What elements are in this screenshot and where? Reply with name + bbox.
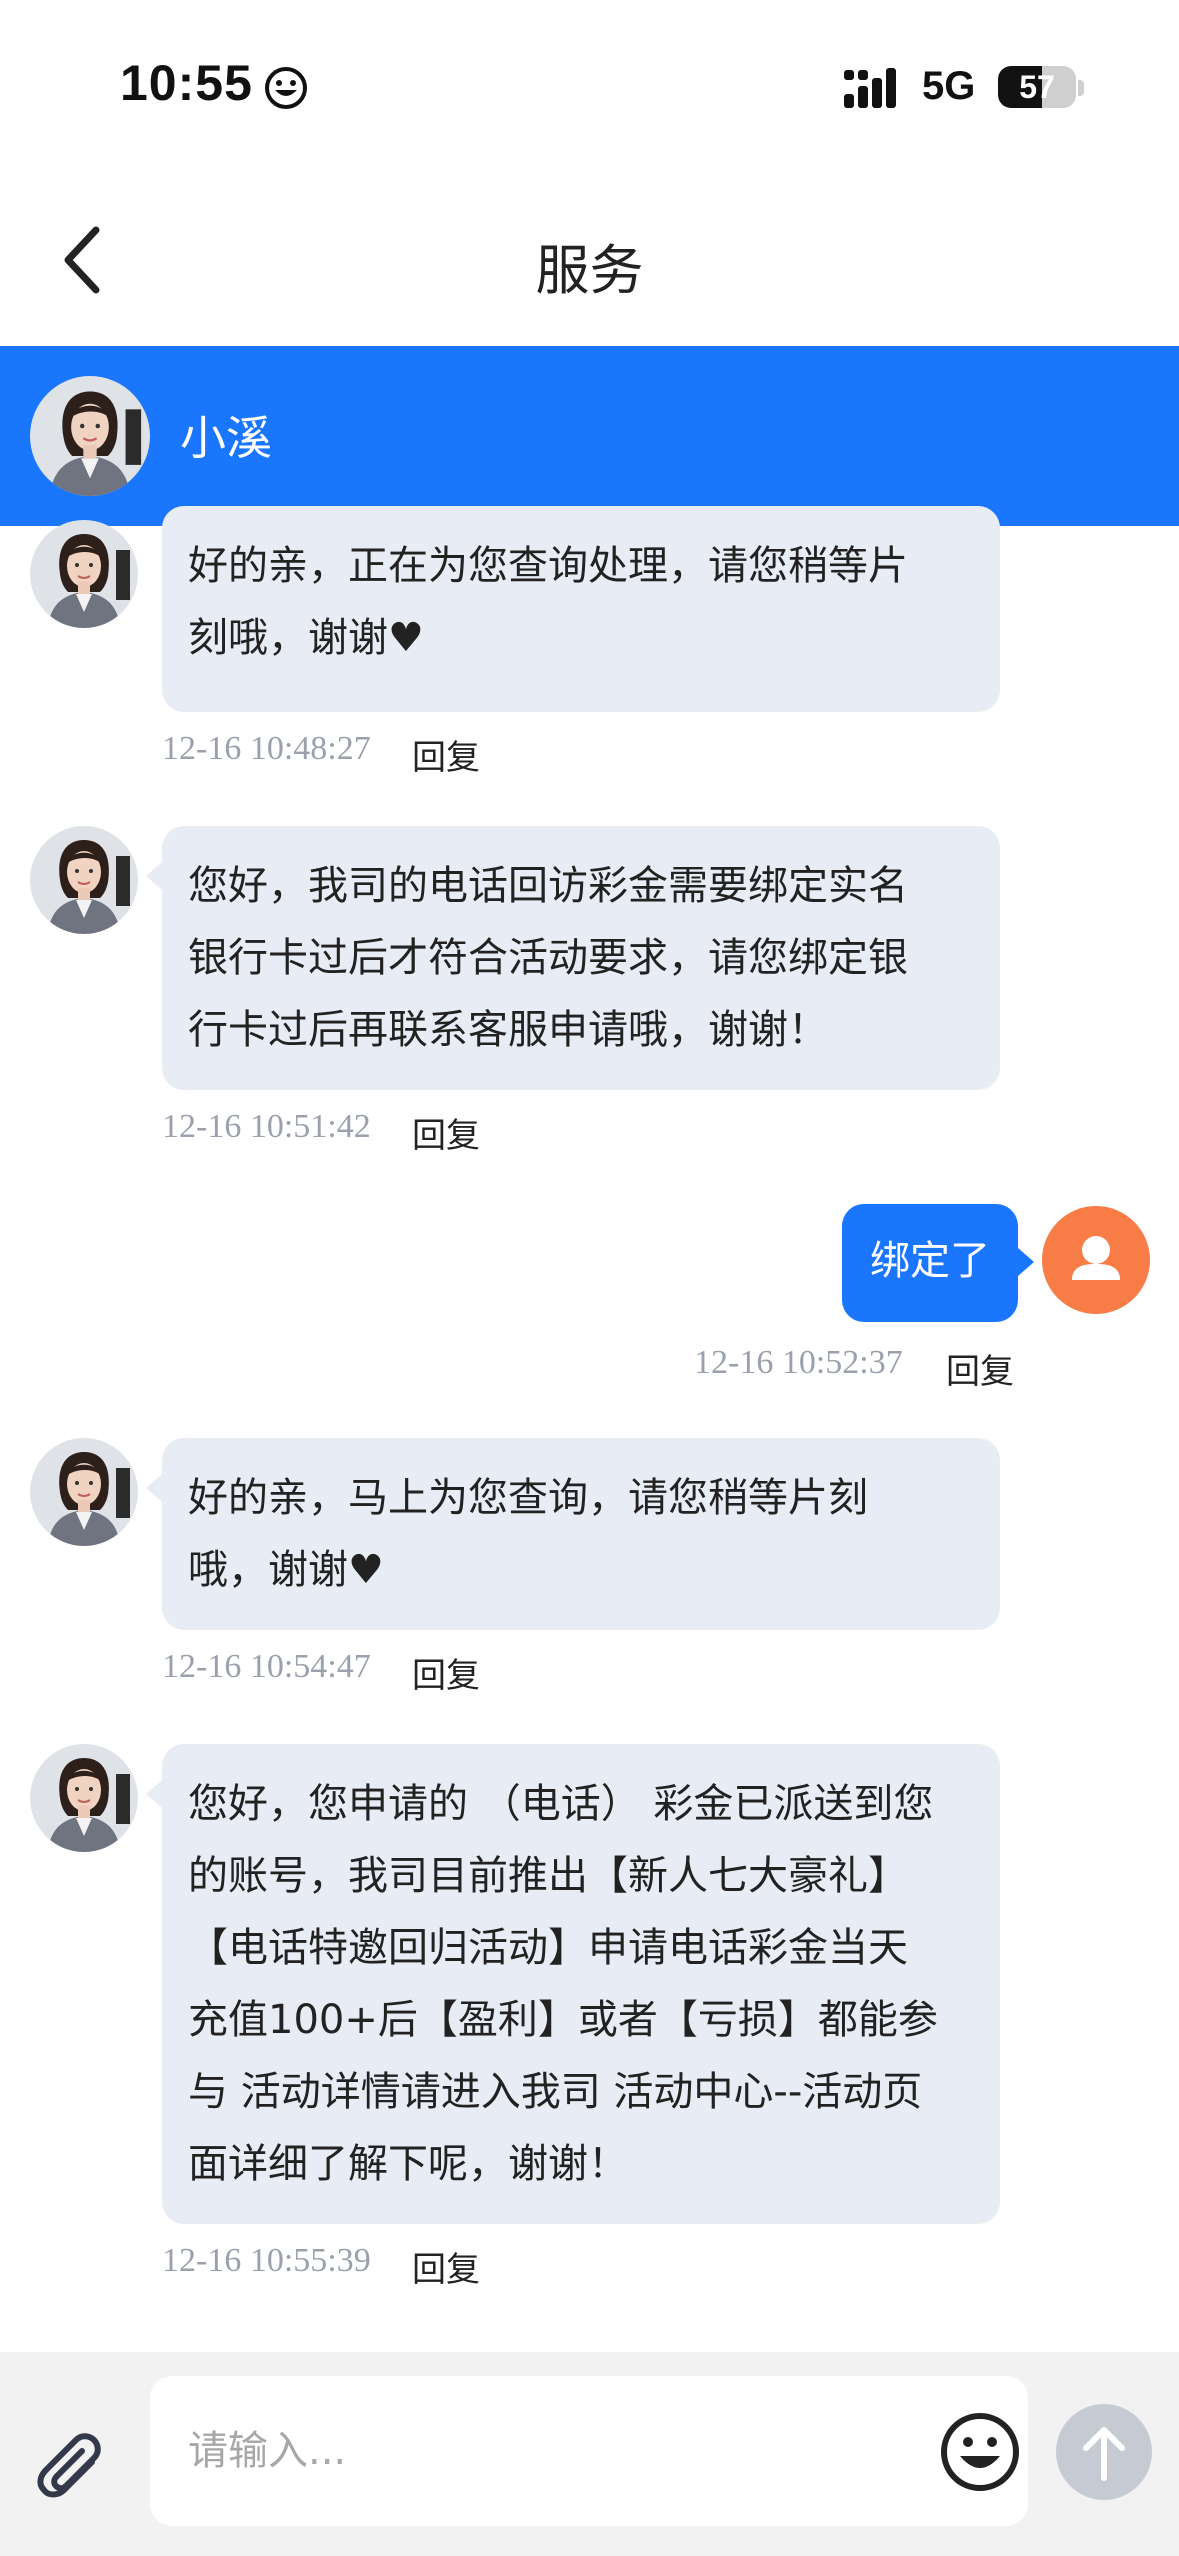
reply-link[interactable]: 回复 bbox=[412, 2242, 480, 2291]
user-message-bubble: 绑定了 bbox=[842, 1204, 1034, 1322]
message-bubble: 您好，我司的电话回访彩金需要绑定实名 银行卡过后才符合活动要求，请您绑定银 行卡… bbox=[146, 826, 1000, 1090]
message-time: 12-16 10:51:42 bbox=[162, 1108, 371, 1145]
reply-link[interactable]: 回复 bbox=[412, 1108, 480, 1157]
message-input[interactable] bbox=[150, 2376, 1028, 2526]
send-button[interactable] bbox=[1056, 2404, 1152, 2500]
send-arrow-icon bbox=[1083, 2427, 1125, 2481]
reply-link[interactable]: 回复 bbox=[412, 1648, 480, 1697]
message-time: 12-16 10:52:37 bbox=[694, 1344, 903, 1381]
bubble-tail bbox=[146, 1780, 162, 1808]
reply-link[interactable]: 回复 bbox=[412, 730, 480, 779]
message-time: 12-16 10:55:39 bbox=[162, 2242, 371, 2279]
message-bubble: 好的亲，马上为您查询，请您稍等片刻 哦，谢谢♥ bbox=[146, 1438, 1000, 1630]
message-text: 绑定了 bbox=[870, 1238, 990, 1284]
battery-percent: 57 bbox=[1019, 69, 1055, 105]
user-icon bbox=[1072, 1236, 1120, 1280]
chat-page: 10:55 5G 57 服务 小溪 好的亲，正在为您查询处理，请您稍等片 刻哦，… bbox=[0, 0, 1179, 2556]
smiley-icon bbox=[265, 67, 307, 109]
agent-avatar bbox=[30, 1438, 138, 1546]
message-bubble: 好的亲，正在为您查询处理，请您稍等片 刻哦，谢谢♥ bbox=[162, 506, 1000, 712]
reply-link[interactable]: 回复 bbox=[946, 1344, 1014, 1393]
status-bar: 10:55 5G 57 bbox=[0, 0, 1179, 160]
agent-avatar bbox=[30, 1744, 138, 1852]
agent-name: 小溪 bbox=[180, 411, 272, 465]
agent-avatar bbox=[30, 826, 138, 934]
message-text: 您好，您申请的 （电话） 彩金已派送到您 的账号，我司目前推出【新人七大豪礼】 … bbox=[188, 1781, 938, 2187]
agent-header: 小溪 bbox=[0, 346, 1179, 526]
message-text: 您好，我司的电话回访彩金需要绑定实名 银行卡过后才符合活动要求，请您绑定银 行卡… bbox=[188, 863, 908, 1053]
paperclip-icon[interactable] bbox=[34, 2432, 114, 2512]
emoji-icon[interactable] bbox=[938, 2410, 1022, 2494]
battery-icon: 57 bbox=[998, 66, 1076, 108]
chevron-left-icon[interactable] bbox=[50, 220, 120, 300]
agent-avatar bbox=[30, 520, 138, 628]
message-time: 12-16 10:54:47 bbox=[162, 1648, 371, 1685]
user-avatar bbox=[1042, 1206, 1150, 1314]
message-time: 12-16 10:48:27 bbox=[162, 730, 371, 767]
bubble-tail bbox=[146, 862, 162, 890]
bubble-tail bbox=[1018, 1248, 1034, 1276]
battery-cap bbox=[1078, 80, 1084, 96]
message-text: 好的亲，马上为您查询，请您稍等片刻 哦，谢谢♥ bbox=[188, 1475, 868, 1593]
message-bubble: 您好，您申请的 （电话） 彩金已派送到您 的账号，我司目前推出【新人七大豪礼】 … bbox=[146, 1744, 1000, 2224]
input-bar bbox=[0, 2352, 1179, 2556]
bubble-tail bbox=[146, 1474, 162, 1502]
message-text: 好的亲，正在为您查询处理，请您稍等片 刻哦，谢谢♥ bbox=[188, 543, 908, 661]
network-label: 5G bbox=[922, 64, 976, 108]
signal-icon bbox=[844, 68, 896, 108]
page-title: 服务 bbox=[535, 239, 644, 302]
status-time: 10:55 bbox=[120, 55, 253, 111]
nav-bar: 服务 bbox=[0, 190, 1179, 340]
agent-avatar bbox=[30, 376, 150, 496]
